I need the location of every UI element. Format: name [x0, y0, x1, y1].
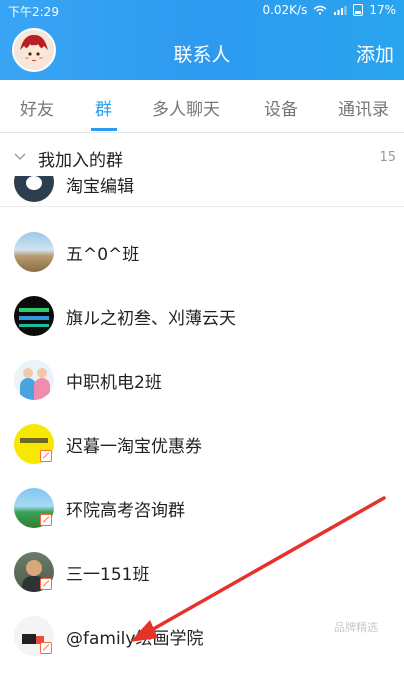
active-tab-indicator	[91, 128, 117, 131]
list-item[interactable]: @family绘画学院	[0, 604, 404, 668]
tab-multi-chat[interactable]: 多人聊天	[152, 95, 220, 120]
status-time: 下午2:29	[8, 5, 59, 19]
tab-contacts[interactable]: 通讯录	[338, 95, 389, 120]
group-section-title: 我加入的群	[38, 151, 123, 171]
group-name: 五^0^班	[66, 245, 140, 265]
status-bar: 下午2:29 0.02K/s 17%	[0, 0, 404, 22]
signal-icon	[334, 6, 347, 15]
group-name: 中职机电2班	[66, 373, 162, 393]
group-avatar	[14, 296, 54, 336]
nav-bar: 联系人 添加	[0, 22, 404, 80]
tab-bar: 好友 群 多人聊天 设备 通讯录	[0, 80, 404, 133]
mute-icon	[40, 450, 52, 462]
group-name: @family绘画学院	[66, 629, 204, 649]
battery-level: 17%	[369, 3, 396, 17]
list-item[interactable]: 环院高考咨询群	[0, 476, 404, 541]
group-avatar	[14, 360, 54, 400]
status-right: 0.02K/s 17%	[262, 3, 396, 17]
group-count: 15	[379, 150, 396, 165]
battery-icon	[353, 4, 364, 16]
mute-icon	[40, 514, 52, 526]
group-name: 迟暮一淘宝优惠券	[66, 437, 202, 457]
network-speed: 0.02K/s	[262, 3, 308, 17]
list-item[interactable]: 迟暮一淘宝优惠券	[0, 412, 404, 477]
mute-icon	[40, 578, 52, 590]
chevron-down-icon	[14, 153, 26, 160]
group-name: 旗ル之初叁、刈薄云天	[66, 309, 236, 329]
add-button[interactable]: 添加	[356, 40, 394, 67]
tab-groups[interactable]: 群	[95, 95, 112, 120]
list-item[interactable]: 中职机电2班	[0, 348, 404, 413]
tab-devices[interactable]: 设备	[264, 95, 298, 120]
group-name: 三一151班	[66, 565, 150, 585]
group-section-header[interactable]: 我加入的群 15	[0, 140, 404, 176]
group-name: 淘宝编辑	[66, 177, 134, 197]
mute-icon	[40, 642, 52, 654]
group-avatar	[14, 176, 54, 202]
list-item[interactable]: 三一151班	[0, 540, 404, 605]
tab-friends[interactable]: 好友	[20, 95, 54, 120]
list-item[interactable]: 五^0^班	[0, 220, 404, 285]
app-header: 下午2:29 0.02K/s 17% 联系人 添加	[0, 0, 404, 80]
wifi-icon	[313, 5, 327, 15]
watermark: 品牌精选	[334, 621, 378, 634]
group-name: 环院高考咨询群	[66, 501, 185, 521]
group-avatar	[14, 232, 54, 272]
list-item[interactable]: 旗ル之初叁、刈薄云天	[0, 284, 404, 349]
page-title: 联系人	[173, 44, 231, 66]
list-item[interactable]: 淘宝编辑	[0, 176, 404, 207]
